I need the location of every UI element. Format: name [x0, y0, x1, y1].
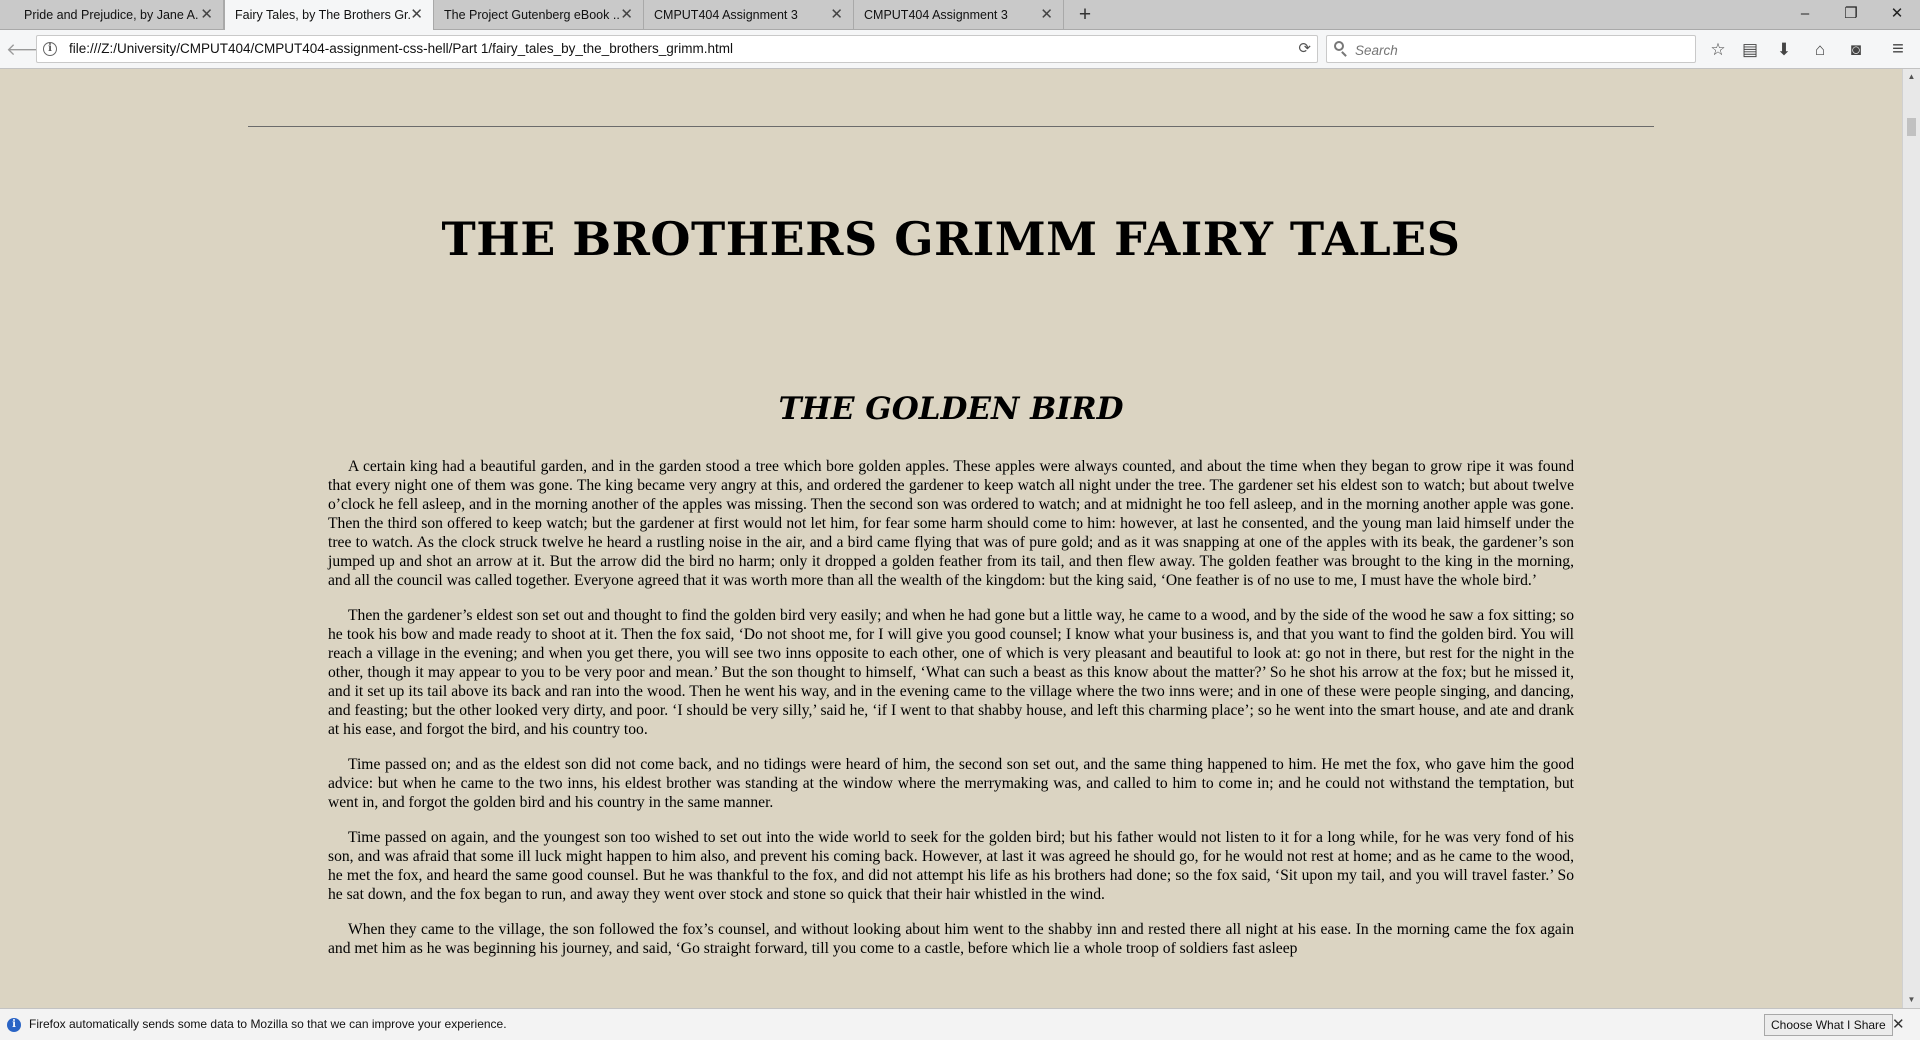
back-icon[interactable]: 🡐 [6, 30, 52, 69]
tab-label: The Project Gutenberg eBook ... [444, 8, 619, 22]
url-text[interactable]: file:///Z:/University/CMPUT404/CMPUT404-… [69, 36, 733, 62]
window-close-button[interactable]: ✕ [1874, 0, 1920, 30]
search-bar[interactable] [1326, 35, 1696, 63]
reading-list-icon[interactable]: ▤ [1736, 30, 1764, 69]
tab-project-gutenberg[interactable]: The Project Gutenberg eBook ... ✕ [434, 0, 644, 30]
story-body: A certain king had a beautiful garden, a… [328, 457, 1574, 974]
scroll-down-arrow-icon[interactable]: ▼ [1903, 992, 1920, 1008]
download-icon[interactable]: ⬇ [1770, 30, 1798, 69]
tab-cmput404-assignment-b[interactable]: CMPUT404 Assignment 3 ✕ [854, 0, 1064, 30]
scroll-up-arrow-icon[interactable]: ▲ [1903, 69, 1920, 85]
notification-bar: i Firefox automatically sends some data … [0, 1008, 1920, 1040]
close-tab-icon[interactable]: ✕ [200, 0, 213, 30]
tab-fairy-tales[interactable]: Fairy Tales, by The Brothers Gr... ✕ [224, 0, 434, 31]
page-viewport: THE BROTHERS GRIMM FAIRY TALES THE GOLDE… [0, 69, 1902, 1008]
info-icon[interactable]: i [43, 42, 57, 56]
tab-cmput404-assignment-a[interactable]: CMPUT404 Assignment 3 ✕ [644, 0, 854, 30]
story-title: THE GOLDEN BIRD [778, 391, 1124, 427]
close-tab-icon[interactable]: ✕ [620, 0, 633, 30]
paragraph: Time passed on again, and the youngest s… [328, 829, 1574, 903]
url-bar[interactable]: i file:///Z:/University/CMPUT404/CMPUT40… [36, 35, 1318, 63]
info-icon: i [7, 1018, 21, 1032]
close-tab-icon[interactable]: ✕ [1040, 0, 1053, 30]
book-title: THE BROTHERS GRIMM FAIRY TALES [441, 212, 1461, 266]
paragraph: A certain king had a beautiful garden, a… [328, 458, 1574, 589]
notification-message: Firefox automatically sends some data to… [29, 1017, 507, 1031]
paragraph: Time passed on; and as the eldest son di… [328, 756, 1574, 811]
horizontal-rule [248, 126, 1654, 127]
search-icon [1334, 41, 1344, 51]
close-tab-icon[interactable]: ✕ [830, 0, 843, 30]
home-icon[interactable]: ⌂ [1806, 30, 1834, 69]
close-notification-icon[interactable]: ✕ [1892, 1009, 1905, 1040]
navigation-toolbar: 🡐 i file:///Z:/University/CMPUT404/CMPUT… [0, 30, 1920, 69]
new-tab-button[interactable]: + [1072, 0, 1098, 30]
close-tab-icon[interactable]: ✕ [410, 0, 423, 30]
menu-icon[interactable]: ≡ [1884, 30, 1912, 69]
paragraph: When they came to the village, the son f… [328, 921, 1574, 957]
tab-label: Pride and Prejudice, by Jane A... [24, 8, 199, 22]
reload-icon[interactable]: ⟳ [1298, 36, 1311, 62]
scrollbar-thumb[interactable] [1907, 118, 1916, 136]
tab-strip: Pride and Prejudice, by Jane A... ✕ Fair… [0, 0, 1920, 31]
tab-label: CMPUT404 Assignment 3 [864, 8, 1008, 22]
vertical-scrollbar[interactable]: ▲ ▼ [1902, 69, 1920, 1008]
search-input[interactable] [1353, 39, 1687, 61]
bookmark-star-icon[interactable]: ☆ [1704, 30, 1732, 69]
tab-pride-and-prejudice[interactable]: Pride and Prejudice, by Jane A... ✕ [14, 0, 224, 30]
minimize-button[interactable]: – [1782, 0, 1828, 30]
choose-what-i-share-button[interactable]: Choose What I Share [1764, 1014, 1893, 1036]
tab-label: Fairy Tales, by The Brothers Gr... [235, 8, 410, 22]
tab-label: CMPUT404 Assignment 3 [654, 8, 798, 22]
restore-button[interactable]: ❐ [1828, 0, 1874, 30]
pocket-icon[interactable]: ◙ [1842, 30, 1870, 69]
paragraph: Then the gardener’s eldest son set out a… [328, 607, 1574, 738]
